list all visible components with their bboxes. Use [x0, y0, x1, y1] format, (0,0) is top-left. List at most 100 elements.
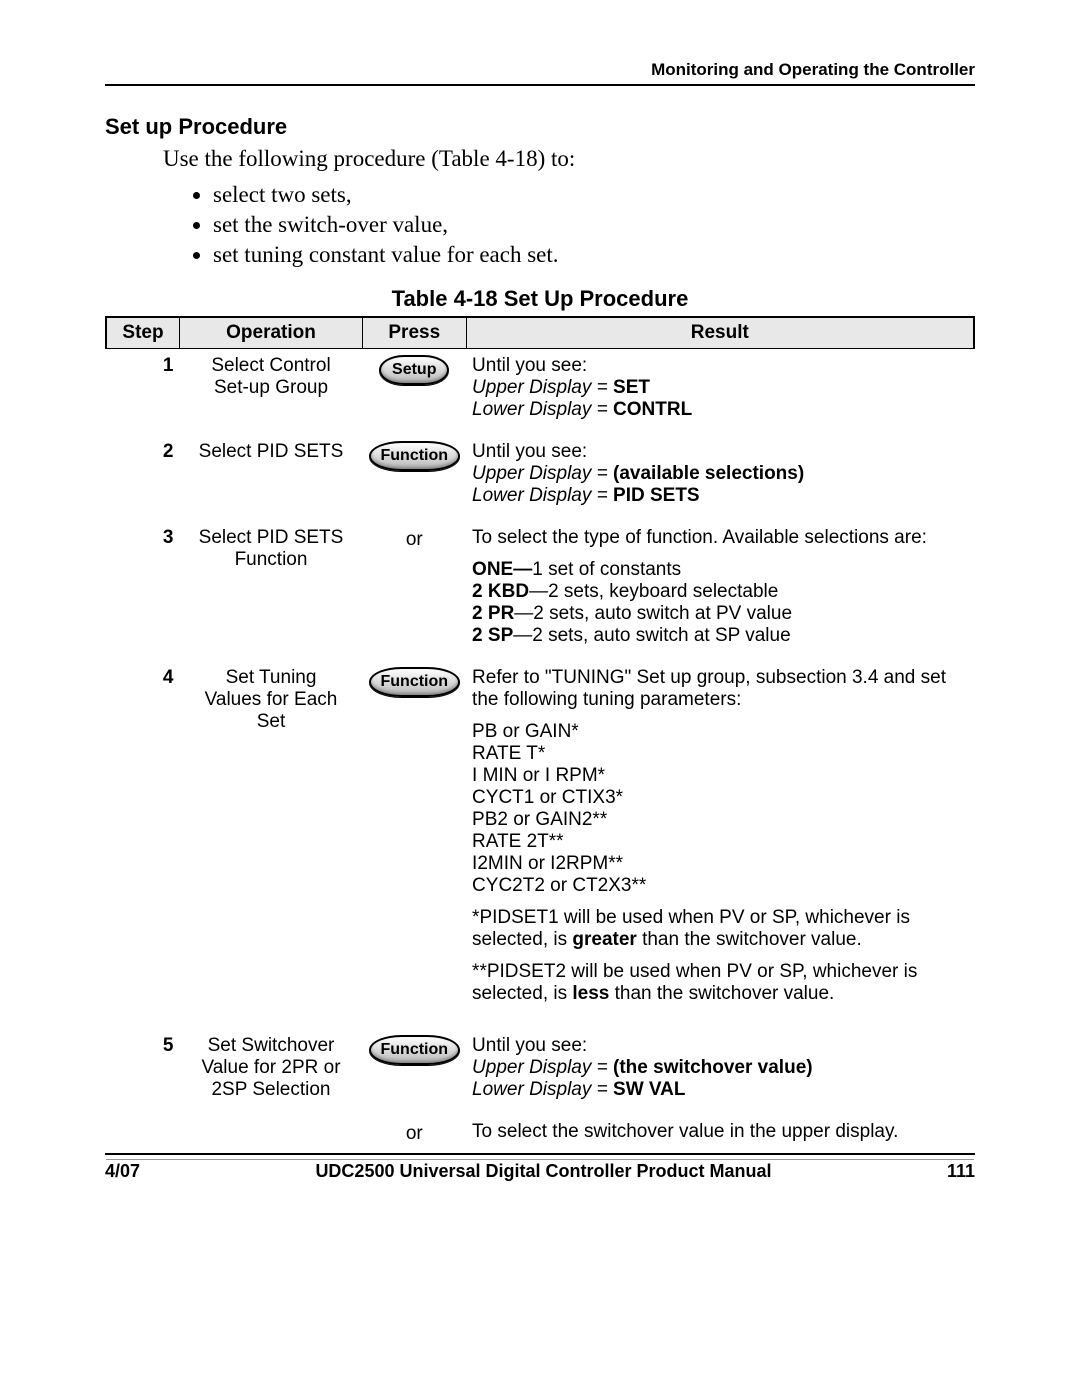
result-line: Until you see:	[472, 355, 968, 377]
section-title: Set up Procedure	[105, 114, 975, 140]
option-text: 1 set of constants	[532, 559, 681, 580]
upper-display-value: SET	[613, 377, 650, 398]
lower-display-value: SW VAL	[613, 1079, 685, 1100]
step-number: 2	[106, 435, 180, 521]
result-line: To select the type of function. Availabl…	[472, 527, 968, 549]
page: Monitoring and Operating the Controller …	[0, 0, 1080, 1397]
operation-line: Function	[186, 549, 357, 571]
press-cell: Function	[363, 435, 467, 521]
function-key-icon: Function	[369, 1035, 461, 1065]
procedure-table: Step Operation Press Result 1 Select Con…	[105, 316, 975, 1160]
th-result: Result	[466, 317, 974, 349]
upper-display-label: Upper Display =	[472, 463, 613, 484]
bullet-item: select two sets,	[213, 182, 975, 208]
result-line: Upper Display = (available selections)	[472, 463, 968, 485]
operation-cell: Set Switchover Value for 2PR or 2SP Sele…	[180, 1029, 363, 1115]
function-key-icon: Function	[369, 441, 461, 471]
table-row: 3 Select PID SETS Function or To select …	[106, 521, 974, 661]
option-text: —2 sets, auto switch at SP value	[513, 625, 790, 646]
footer-row: 4/07 UDC2500 Universal Digital Controlle…	[105, 1161, 975, 1182]
result-line: Until you see:	[472, 1035, 968, 1057]
param-line: CYC2T2 or CT2X3**	[472, 875, 968, 897]
bullet-item: set tuning constant value for each set.	[213, 242, 975, 268]
upper-display-label: Upper Display =	[472, 1057, 613, 1078]
note-2: **PIDSET2 will be used when PV or SP, wh…	[472, 961, 968, 1005]
result-line: Lower Display = SW VAL	[472, 1079, 968, 1101]
footer-page-no: 111	[947, 1161, 975, 1182]
step-number: 3	[106, 521, 180, 661]
step-number: 4	[106, 661, 180, 1029]
note-1: *PIDSET1 will be used when PV or SP, whi…	[472, 907, 968, 951]
upper-display-label: Upper Display =	[472, 377, 613, 398]
table-row: 4 Set Tuning Values for Each Set Functio…	[106, 661, 974, 1029]
param-line: I2MIN or I2RPM**	[472, 853, 968, 875]
note-text: than the switchover value.	[637, 929, 862, 950]
upper-display-value: (the switchover value)	[613, 1057, 813, 1078]
param-line: PB2 or GAIN2**	[472, 809, 968, 831]
lower-display-label: Lower Display =	[472, 1079, 613, 1100]
bullet-item: set the switch-over value,	[213, 212, 975, 238]
param-line: I MIN or I RPM*	[472, 765, 968, 787]
param-line: RATE 2T**	[472, 831, 968, 853]
result-line: Lower Display = CONTRL	[472, 399, 968, 421]
operation-line: Set	[186, 711, 357, 733]
table-row: 2 Select PID SETS Function Until you see…	[106, 435, 974, 521]
param-line: CYCT1 or CTIX3*	[472, 787, 968, 809]
option-bold: ONE—	[472, 559, 532, 580]
operation-line: Set Tuning	[186, 667, 357, 689]
result-line: Until you see:	[472, 441, 968, 463]
param-line: PB or GAIN*	[472, 721, 968, 743]
operation-cell: Select Control Set-up Group	[180, 349, 363, 436]
th-operation: Operation	[180, 317, 363, 349]
table-header-row: Step Operation Press Result	[106, 317, 974, 349]
option-bold: 2 SP	[472, 625, 513, 646]
operation-line: Select PID SETS	[186, 527, 357, 549]
operation-line: Value for 2PR or	[186, 1057, 357, 1079]
result-line: 2 KBD—2 sets, keyboard selectable	[472, 581, 968, 603]
press-cell: Function	[363, 661, 467, 1029]
press-cell: Function	[363, 1029, 467, 1115]
setup-key-icon: Setup	[379, 355, 449, 385]
table-caption: Table 4-18 Set Up Procedure	[105, 286, 975, 312]
result-cell: Until you see: Upper Display = (the swit…	[466, 1029, 974, 1115]
note-bold: less	[572, 983, 609, 1004]
bullet-list: select two sets, set the switch-over val…	[173, 182, 975, 268]
or-text: or	[369, 1123, 461, 1145]
table-row: 5 Set Switchover Value for 2PR or 2SP Se…	[106, 1029, 974, 1115]
result-line: Lower Display = PID SETS	[472, 485, 968, 507]
result-line: 2 PR—2 sets, auto switch at PV value	[472, 603, 968, 625]
step-number: 5	[106, 1029, 180, 1115]
operation-line: Select Control	[186, 355, 357, 377]
result-line: 2 SP—2 sets, auto switch at SP value	[472, 625, 968, 647]
th-step: Step	[106, 317, 180, 349]
th-press: Press	[363, 317, 467, 349]
operation-line: Set Switchover	[186, 1035, 357, 1057]
result-cell: To select the type of function. Availabl…	[466, 521, 974, 661]
result-line: Upper Display = (the switchover value)	[472, 1057, 968, 1079]
lower-display-label: Lower Display =	[472, 485, 613, 506]
or-text: or	[369, 529, 461, 551]
step-number: 1	[106, 349, 180, 436]
footer-date: 4/07	[105, 1161, 140, 1182]
note-text: than the switchover value.	[609, 983, 834, 1004]
header-rule	[105, 84, 975, 86]
option-text: —2 sets, keyboard selectable	[529, 581, 778, 602]
lower-display-label: Lower Display =	[472, 399, 613, 420]
note-bold: greater	[572, 929, 636, 950]
footer-rule	[105, 1153, 975, 1155]
result-cell: Until you see: Upper Display = SET Lower…	[466, 349, 974, 436]
upper-display-value: (available selections)	[613, 463, 804, 484]
operation-line: Set-up Group	[186, 377, 357, 399]
param-list: PB or GAIN* RATE T* I MIN or I RPM* CYCT…	[472, 721, 968, 897]
option-text: —2 sets, auto switch at PV value	[514, 603, 792, 624]
operation-cell: Set Tuning Values for Each Set	[180, 661, 363, 1029]
operation-line: Select PID SETS	[186, 441, 357, 463]
press-cell: or	[363, 521, 467, 661]
running-header: Monitoring and Operating the Controller	[105, 60, 975, 80]
function-key-icon: Function	[369, 667, 461, 697]
option-bold: 2 KBD	[472, 581, 529, 602]
press-cell: Setup	[363, 349, 467, 436]
operation-line: Values for Each	[186, 689, 357, 711]
operation-line: 2SP Selection	[186, 1079, 357, 1101]
lower-display-value: CONTRL	[613, 399, 692, 420]
